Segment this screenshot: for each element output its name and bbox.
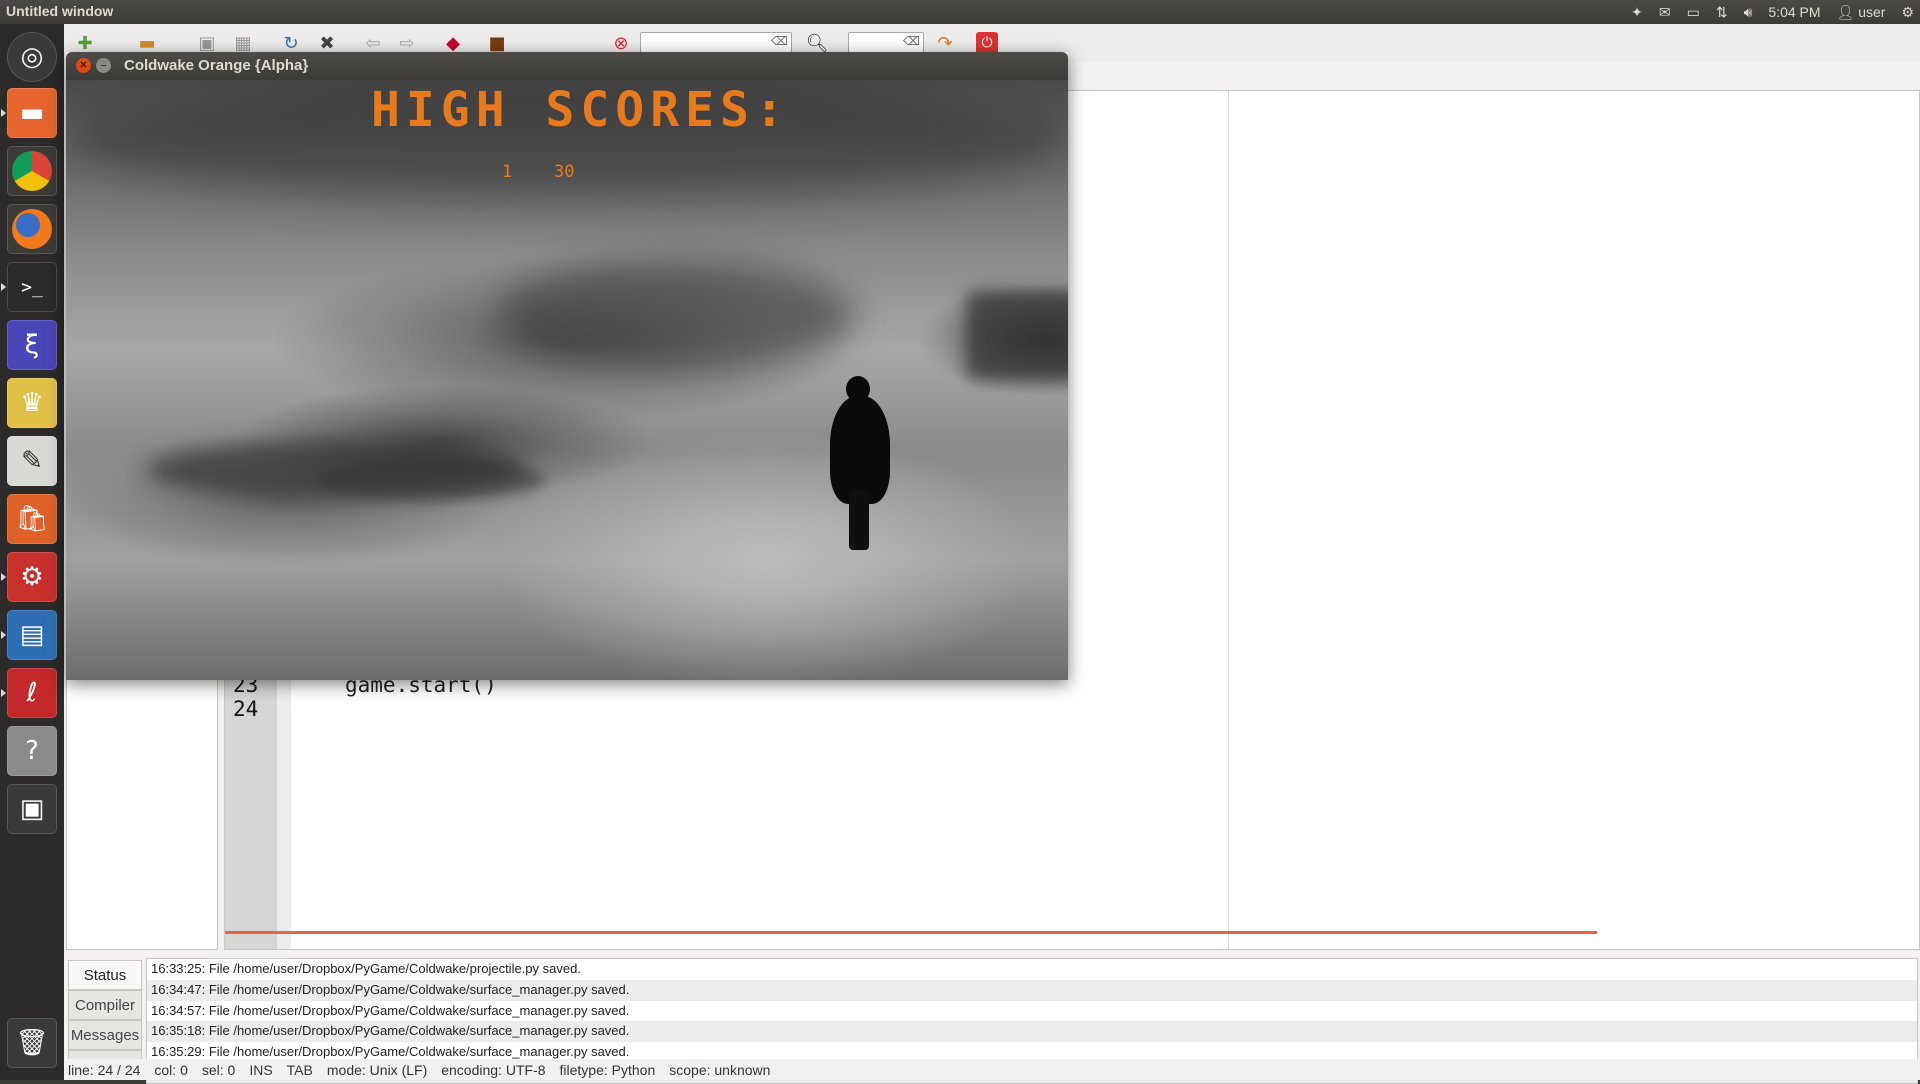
line-number: 24 (233, 697, 259, 721)
search-input[interactable]: ⌫ (640, 32, 792, 54)
long-line-marker (1228, 91, 1229, 949)
dropbox-icon[interactable]: ✦ (1631, 4, 1643, 21)
status-sel: sel: 0 (201, 1061, 236, 1078)
status-mode: mode: Unix (LF) (326, 1061, 428, 1078)
terminal-icon[interactable]: >_ (1, 262, 57, 312)
game-titlebar[interactable]: ✕ – Coldwake Orange {Alpha} (66, 52, 1068, 80)
firefox-icon[interactable] (7, 204, 57, 254)
ubuntu-logo-icon[interactable]: ◎ (7, 32, 57, 82)
status-col: col: 0 (154, 1061, 188, 1078)
status-scope: scope: unknown (669, 1061, 771, 1078)
log-row: 16:34:47: File /home/user/Dropbox/PyGame… (147, 979, 1917, 1001)
indicator-area: ✦ ✉ ▭ ⇅ 🔊︎ 5:04 PM 👤︎ user ⚙ (1631, 0, 1914, 24)
chrome-icon[interactable] (7, 146, 57, 196)
person-icon: 👤︎ (1836, 3, 1855, 20)
running-indicator (1, 109, 6, 117)
user-menu[interactable]: 👤︎ user (1837, 4, 1886, 21)
log-row: 16:34:57: File /home/user/Dropbox/PyGame… (151, 1002, 630, 1018)
game-canvas[interactable]: HIGH SCORES: 1 30 (66, 80, 1068, 680)
workspace-icon[interactable]: ▣ (7, 784, 57, 834)
envelope-icon[interactable]: ✉ (1659, 4, 1671, 21)
right-building (966, 290, 1068, 380)
buried-car-shape (316, 460, 546, 500)
clear-search-icon[interactable]: ⌫ (771, 34, 788, 48)
running-indicator (1, 283, 6, 291)
document-icon[interactable]: ▤ (1, 610, 57, 660)
log-row: 16:35:18: File /home/user/Dropbox/PyGame… (147, 1021, 1917, 1043)
status-encoding: encoding: UTF-8 (441, 1061, 546, 1078)
gear-icon[interactable]: ⚙ (1901, 4, 1914, 21)
game-window-title: Coldwake Orange {Alpha} (124, 57, 309, 74)
figure-head (846, 376, 870, 402)
network-arrows-icon[interactable]: ⇅ (1716, 4, 1728, 21)
status-tab: TAB (286, 1061, 313, 1078)
distant-buildings (496, 260, 856, 370)
walking-figure (830, 396, 890, 504)
high-scores-heading: HIGH SCORES: (371, 82, 790, 138)
status-bar: line: 24 / 24 col: 0 sel: 0 INS TAB mode… (64, 1059, 1920, 1080)
acrobat-icon[interactable]: ℓ (1, 668, 57, 718)
clock[interactable]: 5:04 PM (1768, 4, 1820, 20)
firefox-logo (12, 209, 52, 249)
tab-compiler[interactable]: Compiler (68, 990, 142, 1020)
running-indicator (1, 631, 6, 639)
status-ins: INS (249, 1061, 273, 1078)
score-value: 30 (554, 162, 575, 182)
game-window: ✕ – Coldwake Orange {Alpha} HIGH SCORES:… (66, 52, 1068, 680)
pencil-notepad-icon[interactable]: ✎ (7, 436, 57, 486)
question-icon[interactable]: ? (7, 726, 57, 776)
status-filetype: filetype: Python (559, 1061, 656, 1078)
log-row: 16:33:25: File /home/user/Dropbox/PyGame… (151, 961, 581, 976)
running-indicator (1, 573, 6, 581)
score-rank: 1 (502, 162, 513, 182)
tab-messages[interactable]: Messages (68, 1020, 142, 1050)
crown-icon[interactable]: ♛ (7, 378, 57, 428)
top-panel: Untitled window ✦ ✉ ▭ ⇅ 🔊︎ 5:04 PM 👤︎ us… (0, 0, 1920, 24)
goto-line-input[interactable]: ⌫ (848, 32, 924, 54)
running-indicator (1, 689, 6, 697)
emacs-icon[interactable]: ξ (7, 320, 57, 370)
shopping-bag-icon[interactable]: 🛍︎ (7, 494, 57, 544)
close-window-button[interactable]: ✕ (76, 58, 91, 73)
user-name: user (1858, 3, 1886, 20)
launcher: ◎ ▬ >_ ξ ♛ ✎ 🛍︎ ⚙ ▤ ℓ ? ▣ 🗑︎ (0, 24, 65, 1080)
window-title: Untitled window (6, 3, 114, 19)
minimize-window-button[interactable]: – (96, 58, 111, 73)
horizontal-scroll-indicator[interactable] (225, 931, 1597, 934)
chrome-logo (12, 151, 52, 191)
battery-icon[interactable]: ▭ (1687, 4, 1700, 21)
clear-goto-icon[interactable]: ⌫ (903, 34, 920, 48)
figure-legs (849, 490, 869, 550)
speaker-icon[interactable]: 🔊︎ (1744, 4, 1753, 21)
status-line: line: 24 / 24 (68, 1061, 141, 1078)
folder-icon[interactable]: ▬ (1, 88, 57, 138)
wrench-gear-icon[interactable]: ⚙ (1, 552, 57, 602)
tab-status[interactable]: Status (68, 960, 142, 990)
quit-icon[interactable]: ⏻ (976, 32, 998, 54)
trash-icon[interactable]: 🗑︎ (7, 1018, 57, 1068)
